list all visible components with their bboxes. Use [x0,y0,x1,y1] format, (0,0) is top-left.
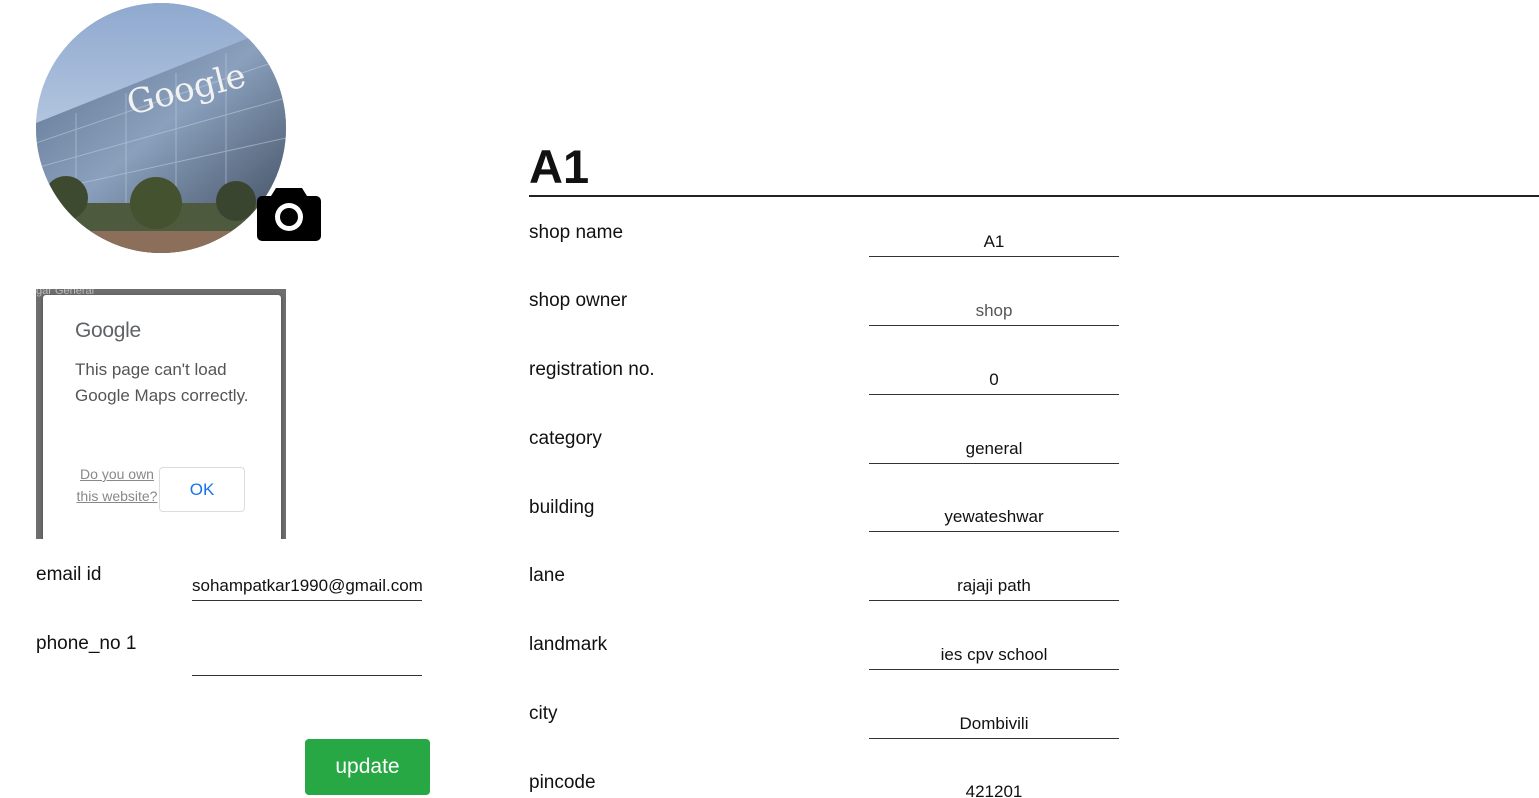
lane-label: lane [529,565,565,586]
shop-name-value[interactable]: A1 [869,227,1119,257]
landmark-value[interactable]: ies cpv school [869,640,1119,670]
map-error-message: This page can't load Google Maps correct… [75,360,249,405]
map-ok-button[interactable]: OK [159,467,245,512]
registration-value[interactable]: 0 [869,365,1119,395]
phone-input[interactable] [192,646,422,676]
city-label: city [529,703,558,724]
shop-owner-label: shop owner [529,290,628,311]
lane-value[interactable]: rajaji path [869,571,1119,601]
google-logo: Google [75,319,141,342]
camera-icon [257,188,321,241]
shop-photo: Google [36,3,286,253]
update-button[interactable]: update [305,739,430,795]
email-label: email id [36,564,102,585]
google-building-image: Google [36,3,286,253]
pincode-value[interactable]: 421201 [869,777,1119,798]
building-value[interactable]: yewateshwar [869,502,1119,532]
building-label: building [529,497,595,518]
category-value[interactable]: general [869,434,1119,464]
pincode-label: pincode [529,772,596,793]
shop-owner-value[interactable]: shop [869,296,1119,326]
phone-label: phone_no 1 [36,633,137,654]
shop-name-label: shop name [529,222,624,243]
landmark-label: landmark [529,634,608,655]
title-divider [529,195,1539,197]
own-website-link[interactable]: Do you own this website? [73,463,161,507]
shop-title: A1 [529,140,590,193]
city-value[interactable]: Dombivili [869,709,1119,739]
email-input[interactable] [192,571,422,601]
registration-label: registration no. [529,359,655,380]
map-error-dialog: Google This page can't load Google Maps … [43,295,281,539]
change-photo-button[interactable] [256,184,322,242]
category-label: category [529,428,602,449]
map-embed: gar General Google This page can't load … [36,289,286,539]
shop-profile-page: Google gar General Google This page can'… [0,0,1539,798]
